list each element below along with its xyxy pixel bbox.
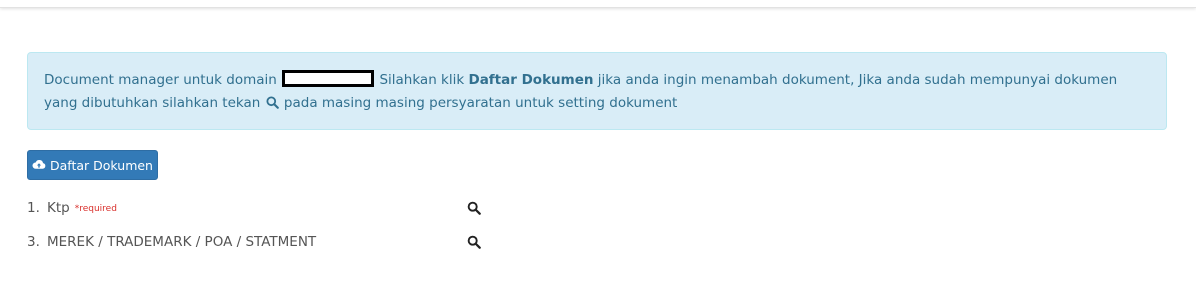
daftar-dokumen-button-label: Daftar Dokumen bbox=[50, 157, 153, 173]
daftar-dokumen-button[interactable]: Daftar Dokumen bbox=[27, 150, 158, 180]
search-icon[interactable] bbox=[467, 235, 481, 249]
alert-text-before-domain: Document manager untuk domain bbox=[44, 72, 277, 88]
requirement-row: 3. MEREK / TRADEMARK / POA / STATMENT bbox=[27, 232, 497, 252]
cloud-upload-icon bbox=[32, 158, 46, 173]
alert-bold-daftar-dokumen: Daftar Dokumen bbox=[468, 72, 594, 88]
requirement-row: 1. Ktp *required bbox=[27, 198, 497, 218]
alert-text-end: pada masing masing persyaratan untuk set… bbox=[283, 95, 678, 111]
redacted-domain bbox=[282, 70, 375, 87]
requirement-label: Ktp bbox=[47, 200, 70, 216]
required-tag: *required bbox=[74, 204, 117, 214]
info-alert: Document manager untuk domain Silahkan k… bbox=[27, 52, 1167, 130]
requirement-number: 1. bbox=[27, 200, 40, 216]
search-icon bbox=[266, 94, 279, 117]
alert-text-after-domain: Silahkan klik bbox=[379, 72, 465, 88]
requirement-label: MEREK / TRADEMARK / POA / STATMENT bbox=[47, 234, 317, 250]
requirement-number: 3. bbox=[27, 234, 40, 250]
search-icon[interactable] bbox=[467, 201, 481, 215]
top-navbar bbox=[0, 0, 1196, 8]
